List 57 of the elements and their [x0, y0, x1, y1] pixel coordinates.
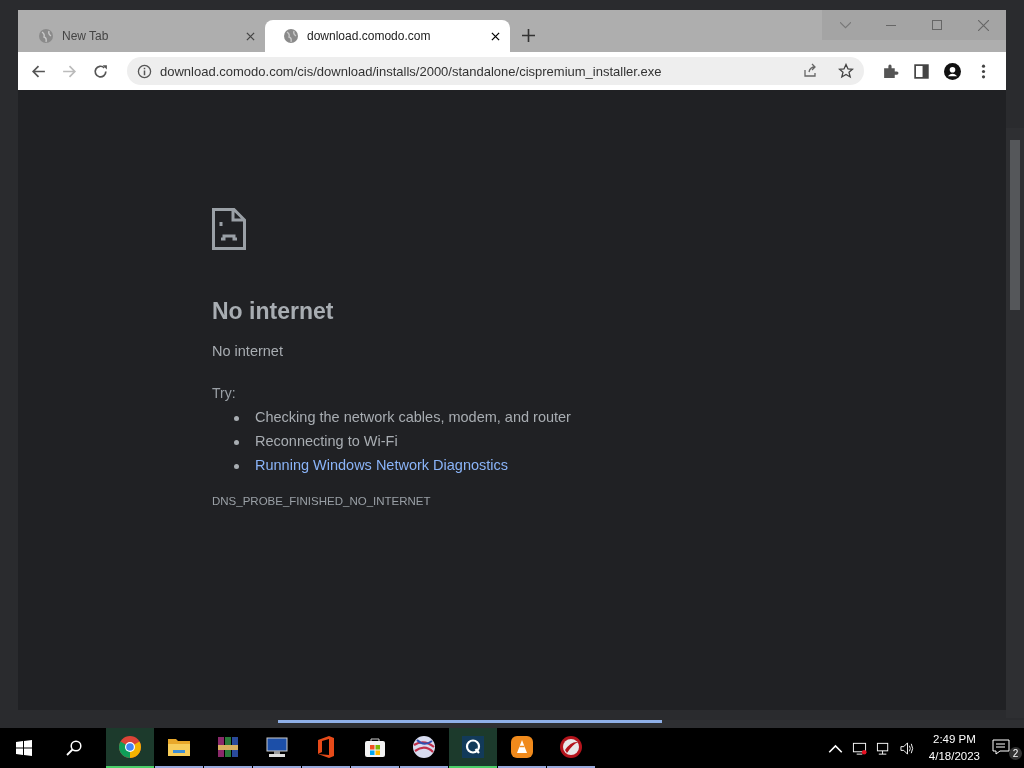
- monitor-icon[interactable]: [851, 740, 867, 756]
- bullet-icon: [234, 416, 239, 421]
- tab-title: New Tab: [62, 29, 110, 43]
- computer-icon: [265, 735, 289, 759]
- tab-title: download.comodo.com: [307, 29, 432, 43]
- error-message: No internet: [212, 343, 283, 359]
- profile-icon[interactable]: [944, 62, 961, 80]
- globe-icon: [283, 28, 299, 44]
- close-icon[interactable]: [491, 31, 500, 41]
- store-icon: [363, 735, 387, 759]
- sphere-icon: [412, 735, 436, 759]
- speaker-icon[interactable]: [899, 740, 915, 756]
- browser-tab[interactable]: download.comodo.com: [265, 20, 510, 52]
- windows-icon[interactable]: [16, 740, 32, 756]
- star-icon[interactable]: [838, 63, 854, 79]
- side-panel-icon[interactable]: [913, 62, 930, 80]
- chrome-icon: [118, 735, 142, 759]
- search-icon[interactable]: [66, 740, 82, 756]
- magnifier-icon: [461, 735, 485, 759]
- taskbar-app[interactable]: [106, 728, 154, 768]
- cone-icon: [510, 735, 534, 759]
- new-tab-icon[interactable]: [522, 29, 535, 42]
- minimize-icon: [886, 24, 896, 26]
- clock-date: 4/18/2023: [928, 749, 980, 764]
- info-icon[interactable]: [137, 63, 152, 79]
- sad-page-icon: [212, 208, 246, 250]
- suggestion-text: Checking the network cables, modem, and router: [255, 409, 571, 427]
- clock-time: 2:49 PM: [933, 732, 976, 747]
- notification-button[interactable]: 2: [992, 733, 1020, 763]
- share-icon[interactable]: [802, 63, 818, 79]
- error-code: DNS_PROBE_FINISHED_NO_INTERNET: [212, 495, 431, 507]
- url-text: download.comodo.com/cis/download/installs/2000/standalone/cispremium_installer.exe: [160, 63, 663, 79]
- close-icon: [977, 19, 989, 31]
- globe-icon: [38, 28, 54, 44]
- address-bar[interactable]: download.comodo.com/cis/download/installs/2000/standalone/cispremium_installer.exe: [127, 57, 864, 85]
- browser-tab[interactable]: New Tab: [20, 20, 265, 52]
- try-label: Try:: [212, 385, 236, 401]
- bullet-icon: [234, 440, 239, 445]
- suggestion-text: Reconnecting to Wi-Fi: [255, 433, 398, 451]
- disc-icon: [559, 735, 583, 759]
- notification-count: 2: [1009, 747, 1022, 760]
- scrollbar-thumb[interactable]: [278, 720, 662, 723]
- scrollbar-thumb[interactable]: [1010, 140, 1020, 310]
- puzzle-icon[interactable]: [882, 62, 899, 80]
- scrollbar[interactable]: [1006, 128, 1024, 718]
- books-icon: [216, 735, 240, 759]
- chevron-icon: [839, 21, 851, 29]
- scrollbar[interactable]: [250, 720, 1024, 728]
- bullet-icon: [234, 464, 239, 469]
- diagnostics-link[interactable]: Running Windows Network Diagnostics: [255, 457, 509, 481]
- maximize-icon: [932, 20, 942, 30]
- notification-icon: [992, 739, 1012, 757]
- taskbar-app[interactable]: [449, 728, 497, 768]
- reload-icon[interactable]: [92, 62, 109, 80]
- network-icon[interactable]: [875, 740, 891, 756]
- error-heading: No internet: [212, 298, 334, 325]
- clock[interactable]: 2:49 PM 4/18/2023: [928, 731, 980, 765]
